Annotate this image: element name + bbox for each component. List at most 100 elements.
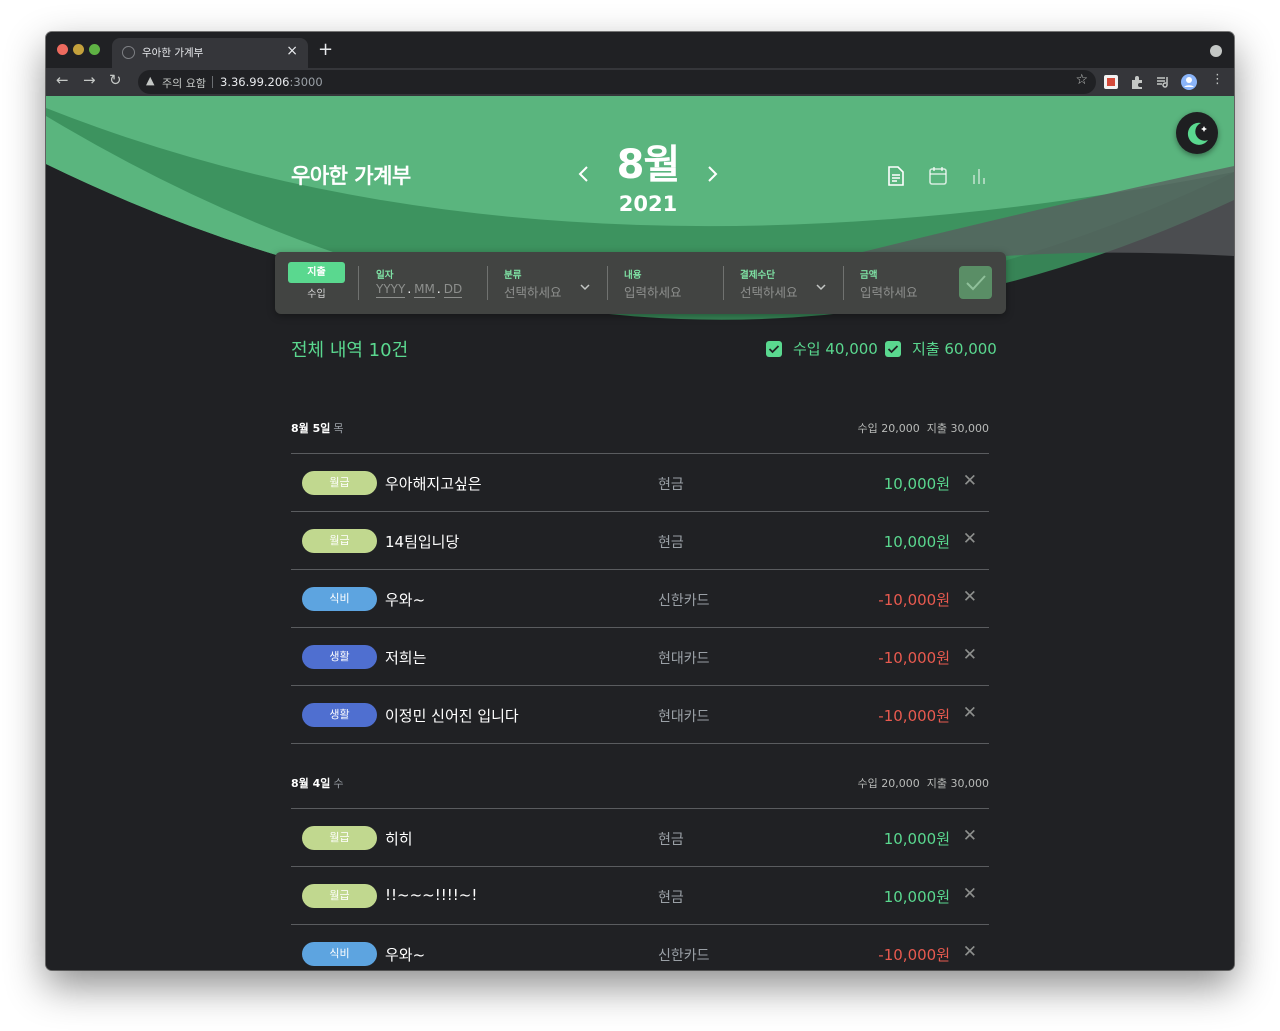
delete-icon[interactable]: ✕	[963, 703, 977, 723]
close-tab-icon[interactable]: ×	[286, 43, 298, 59]
transaction-content: 저희는	[385, 649, 427, 667]
field-divider	[843, 266, 844, 300]
address-bar[interactable]: ▲ 주의 요함 3.36.99.206:3000 ☆	[138, 70, 1096, 94]
transaction-content: 우와~	[385, 591, 426, 609]
browser-tab[interactable]: 우아한 가계부 ×	[112, 38, 308, 68]
url-port: :3000	[289, 75, 323, 89]
day-header: 8월 5일 목 수입 20,000 지출 30,000	[291, 420, 989, 440]
content-input[interactable]: 입력하세요	[624, 282, 682, 301]
transaction-amount: -10,000원	[878, 649, 950, 667]
payment-label: 결제수단	[740, 270, 775, 281]
date-dot: .	[407, 282, 412, 296]
transaction-row[interactable]: 월급 우아해지고싶은 현금 10,000원 ✕	[291, 454, 989, 512]
category-select[interactable]: 선택하세요	[504, 282, 562, 301]
checkbox-checked-icon[interactable]	[885, 341, 901, 357]
day-weekday: 수	[333, 777, 344, 790]
current-month: 8월	[616, 142, 681, 188]
expense-filter[interactable]: 지출 60,000	[885, 338, 997, 358]
day-income-total: 수입 20,000	[857, 777, 920, 790]
media-queue-icon[interactable]	[1155, 74, 1171, 90]
reload-icon[interactable]: ↻	[109, 71, 122, 89]
day-date-text: 8월 5일	[291, 422, 331, 435]
transaction-amount: -10,000원	[878, 591, 950, 609]
delete-icon[interactable]: ✕	[963, 587, 977, 607]
transaction-content: 우아해지고싶은	[385, 475, 482, 493]
transaction-row[interactable]: 생활 이정민 신어진 입니다 현대카드 -10,000원 ✕	[291, 686, 989, 744]
transaction-row[interactable]: 월급 !!~~~!!!!~! 현금 10,000원 ✕	[291, 867, 989, 925]
tab-title: 우아한 가계부	[142, 47, 204, 59]
delete-icon[interactable]: ✕	[963, 471, 977, 491]
delete-icon[interactable]: ✕	[963, 942, 977, 962]
day-totals: 수입 20,000 지출 30,000	[858, 420, 989, 436]
type-income-toggle[interactable]: 수입	[288, 286, 345, 304]
new-tab-button[interactable]: +	[318, 39, 333, 60]
forward-icon[interactable]: →	[83, 71, 96, 89]
delete-icon[interactable]: ✕	[963, 529, 977, 549]
security-label: 주의 요함	[162, 77, 206, 90]
delete-icon[interactable]: ✕	[963, 645, 977, 665]
type-expense-toggle[interactable]: 지출	[288, 262, 345, 283]
date-label: 일자	[376, 270, 394, 281]
income-filter[interactable]: 수입 40,000	[766, 338, 878, 358]
category-tag: 생활	[302, 645, 377, 669]
bookmark-star-icon[interactable]: ☆	[1075, 72, 1088, 88]
payment-method: 현금	[658, 535, 684, 551]
app-title[interactable]: 우아한 가계부	[291, 160, 411, 190]
calendar-icon[interactable]	[928, 166, 948, 186]
close-window-button[interactable]	[57, 44, 68, 55]
document-icon[interactable]	[887, 166, 905, 186]
field-divider	[723, 266, 724, 300]
transaction-row[interactable]: 식비 우와~ 신한카드 -10,000원 ✕	[291, 570, 989, 628]
chevron-right-icon[interactable]	[702, 164, 722, 184]
minimize-window-button[interactable]	[73, 44, 84, 55]
bar-chart-icon[interactable]	[970, 166, 988, 186]
more-menu-icon[interactable]: ⋮	[1211, 72, 1224, 87]
category-tag: 월급	[302, 826, 377, 850]
transaction-row[interactable]: 생활 저희는 현대카드 -10,000원 ✕	[291, 628, 989, 686]
check-icon	[966, 275, 986, 291]
payment-select[interactable]: 선택하세요	[740, 282, 798, 301]
day-date: 8월 4일 수	[291, 775, 344, 791]
date-input[interactable]: YYYY. MM. DD	[376, 282, 463, 298]
tab-search-icon[interactable]	[1210, 45, 1222, 57]
transaction-amount: 10,000원	[883, 475, 950, 493]
back-icon[interactable]: ←	[56, 71, 69, 89]
transaction-amount: 10,000원	[883, 888, 950, 906]
puzzle-icon[interactable]	[1129, 74, 1145, 90]
profile-avatar-icon[interactable]	[1181, 74, 1197, 90]
transaction-content: !!~~~!!!!~!	[385, 886, 478, 904]
chevron-down-icon[interactable]	[579, 281, 591, 293]
browser-toolbar: ← → ↻ ▲ 주의 요함 3.36.99.206:3000 ☆ ⋮	[46, 68, 1234, 96]
field-divider	[358, 266, 359, 300]
submit-button[interactable]	[959, 266, 992, 299]
expense-filter-label: 지출 60,000	[912, 340, 997, 358]
extension-icon[interactable]	[1103, 74, 1119, 90]
delete-icon[interactable]: ✕	[963, 884, 977, 904]
transaction-row[interactable]: 월급 14팀입니당 현금 10,000원 ✕	[291, 512, 989, 570]
dark-mode-toggle[interactable]	[1176, 112, 1218, 154]
date-month-part[interactable]: MM	[414, 282, 435, 298]
date-day-part[interactable]: DD	[443, 282, 463, 298]
chevron-down-icon[interactable]	[815, 281, 827, 293]
transaction-amount: 10,000원	[883, 533, 950, 551]
maximize-window-button[interactable]	[89, 44, 100, 55]
amount-input[interactable]: 입력하세요	[860, 282, 918, 301]
transaction-row[interactable]: 식비 우와~ 신한카드 -10,000원 ✕	[291, 925, 989, 970]
transaction-amount: -10,000원	[878, 946, 950, 964]
day-weekday: 목	[333, 422, 344, 435]
date-year-part[interactable]: YYYY	[376, 282, 406, 298]
transaction-amount: 10,000원	[883, 830, 950, 848]
day-header: 8월 4일 수 수입 20,000 지출 30,000	[291, 775, 989, 795]
payment-method: 신한카드	[658, 948, 710, 964]
content-label: 내용	[624, 270, 642, 281]
amount-label: 금액	[860, 270, 878, 281]
day-date: 8월 5일 목	[291, 420, 344, 436]
category-tag: 월급	[302, 529, 377, 553]
payment-method: 현금	[658, 477, 684, 493]
day-expense-total: 지출 30,000	[926, 422, 989, 435]
checkbox-checked-icon[interactable]	[766, 341, 782, 357]
delete-icon[interactable]: ✕	[963, 826, 977, 846]
transaction-row[interactable]: 월급 히히 현금 10,000원 ✕	[291, 809, 989, 867]
entry-form: 지출 수입 일자 YYYY. MM. DD 분류 선택하세요 내용 입력하세요 결제…	[275, 252, 1006, 314]
field-divider	[487, 266, 488, 300]
